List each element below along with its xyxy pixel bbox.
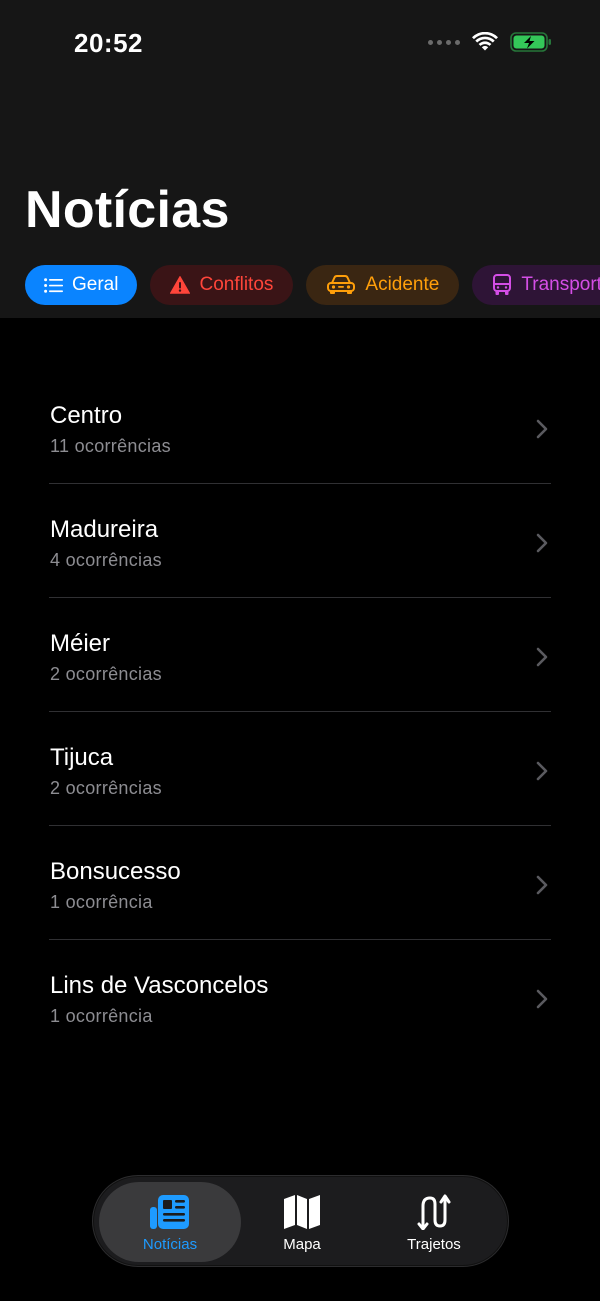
occurrence-count: 11 ocorrências <box>50 436 171 456</box>
category-filter-bar: Geral Conflitos Acidente Transport <box>25 265 600 305</box>
occurrence-count: 4 ocorrências <box>50 550 162 570</box>
neighborhood-name: Centro <box>50 402 123 429</box>
status-time: 20:52 <box>74 28 143 58</box>
header: 20:52 Notícias Geral Conflitos Acidente … <box>0 0 600 318</box>
filter-chip-conflitos[interactable]: Conflitos <box>150 265 294 305</box>
neighborhood-name: Méier <box>50 630 111 657</box>
battery-charging-icon <box>510 32 551 52</box>
chevron-right-icon <box>536 533 548 553</box>
occurrence-count: 1 ocorrência <box>50 892 153 912</box>
list-icon <box>44 277 63 293</box>
route-icon <box>416 1192 452 1232</box>
page-title: Notícias <box>25 181 230 239</box>
tab-label: Notícias <box>142 1236 198 1253</box>
tab-label: Trajetos <box>407 1236 461 1253</box>
neighborhood-name: Lins de Vasconcelos <box>50 972 269 999</box>
tab-noticias[interactable]: Notícias <box>99 1182 241 1262</box>
chevron-right-icon <box>536 419 548 439</box>
filter-chip-label: Conflitos <box>199 274 274 295</box>
filter-chip-label: Geral <box>72 274 119 295</box>
tab-mapa[interactable]: Mapa <box>231 1182 373 1262</box>
map-icon <box>283 1192 321 1232</box>
cellular-signal-icon <box>428 39 460 45</box>
status-icons <box>428 32 552 52</box>
filter-chip-label: Transporte <box>521 274 600 295</box>
screen: 20:52 Notícias Geral Conflitos Acidente … <box>0 0 600 1301</box>
newspaper-icon <box>150 1192 190 1232</box>
filter-chip-label: Acidente <box>365 274 440 295</box>
list-item[interactable]: Centro 11 ocorrências <box>49 370 551 484</box>
warning-icon <box>170 276 191 294</box>
filter-chip-geral[interactable]: Geral <box>25 265 138 305</box>
list-item[interactable]: Tijuca 2 ocorrências <box>49 712 551 826</box>
chevron-right-icon <box>536 761 548 781</box>
occurrence-count: 2 ocorrências <box>50 778 162 798</box>
car-icon <box>327 275 356 294</box>
tab-bar: Notícias Mapa Trajetos <box>92 1175 509 1267</box>
neighborhood-name: Madureira <box>50 516 159 543</box>
occurrence-count: 1 ocorrência <box>50 1006 153 1026</box>
list-item[interactable]: Bonsucesso 1 ocorrência <box>49 826 551 940</box>
occurrence-count: 2 ocorrências <box>50 664 162 684</box>
neighborhood-list: Centro 11 ocorrências Madureira 4 ocorrê… <box>49 370 551 1054</box>
filter-chip-acidente[interactable]: Acidente <box>306 265 460 305</box>
tab-label: Mapa <box>283 1236 321 1253</box>
chevron-right-icon <box>536 989 548 1009</box>
filter-chip-transporte[interactable]: Transporte <box>472 265 600 305</box>
list-item[interactable]: Lins de Vasconcelos 1 ocorrência <box>49 940 551 1054</box>
list-item[interactable]: Méier 2 ocorrências <box>49 598 551 712</box>
tab-trajetos[interactable]: Trajetos <box>363 1182 505 1262</box>
chevron-right-icon <box>536 875 548 895</box>
neighborhood-name: Tijuca <box>50 744 114 771</box>
list-item[interactable]: Madureira 4 ocorrências <box>49 484 551 598</box>
wifi-icon <box>472 32 498 51</box>
bus-icon <box>493 274 512 295</box>
neighborhood-name: Bonsucesso <box>50 858 181 885</box>
chevron-right-icon <box>536 647 548 667</box>
